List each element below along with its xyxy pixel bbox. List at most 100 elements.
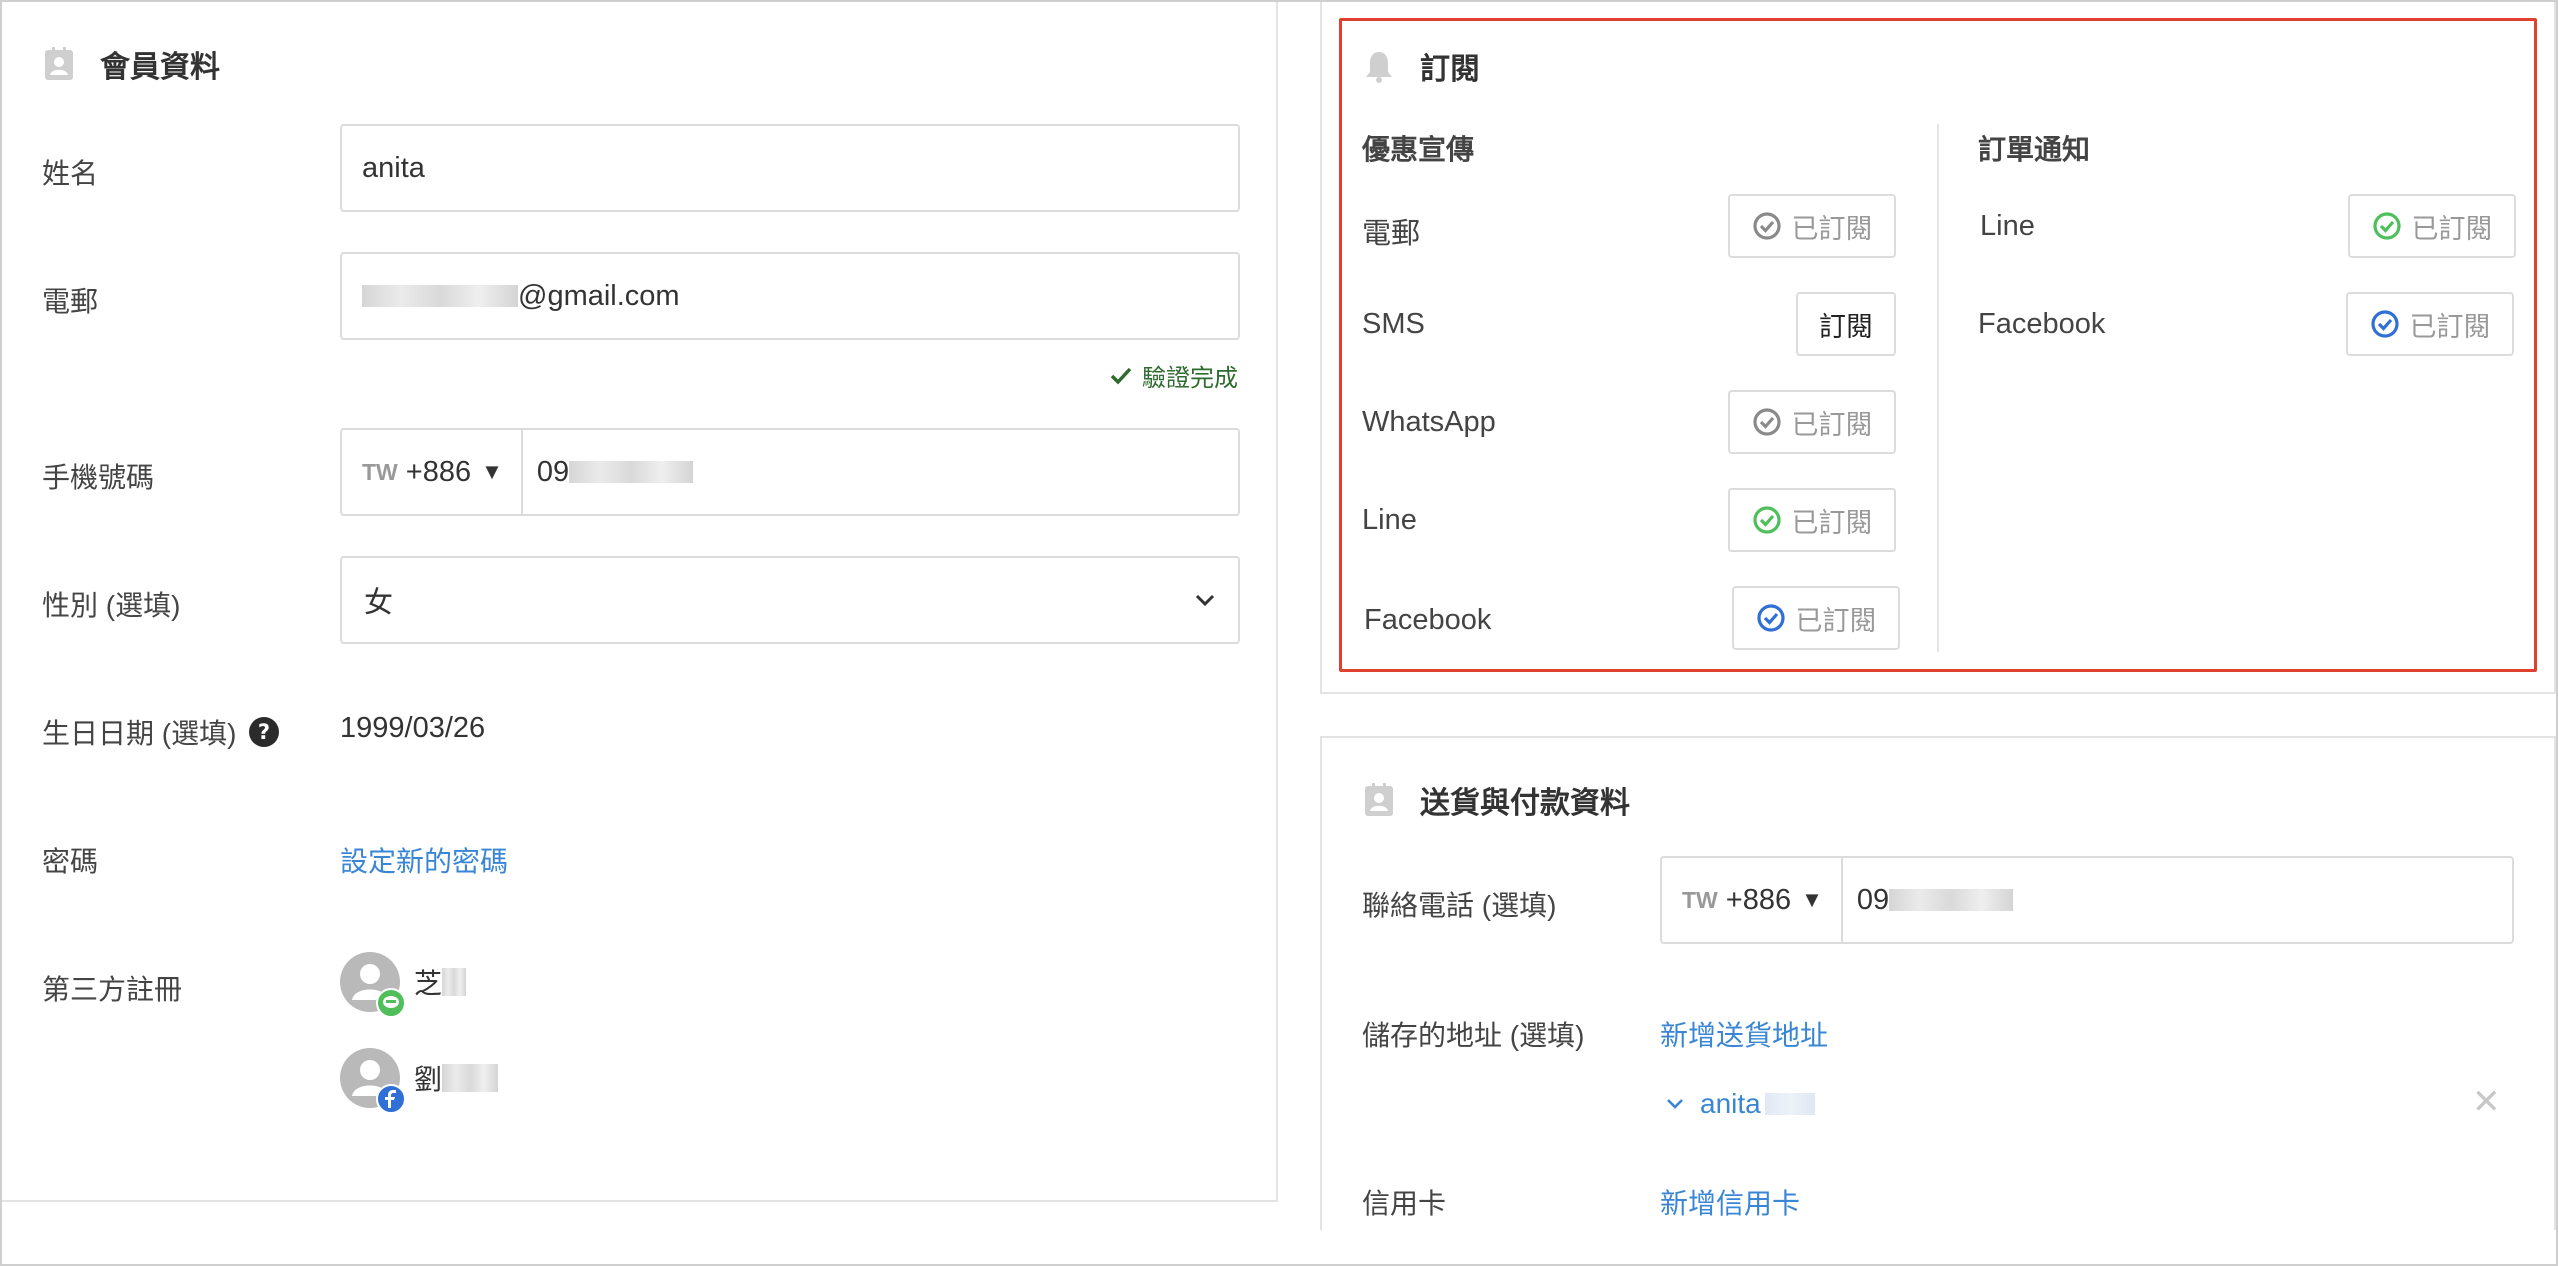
email-input[interactable]: @gmail.com	[340, 252, 1240, 340]
contact-phone-value: 09	[1856, 883, 1890, 916]
subscription-title-text: 訂閱	[1420, 53, 1480, 86]
avatar	[340, 952, 406, 1018]
mobile-number-input[interactable]: 09	[523, 430, 694, 514]
check-circle-icon	[1752, 212, 1781, 240]
dial-code: +886	[1725, 883, 1792, 916]
contact-phone-input[interactable]: 09	[1843, 858, 2014, 942]
check-circle-icon	[2370, 310, 2399, 338]
country-code-select[interactable]: TW +886 ▼	[342, 430, 523, 514]
order-facebook-subscribe-button[interactable]: 已訂閱	[2346, 292, 2514, 356]
verified-text: 驗證完成	[1142, 365, 1238, 392]
social-login-label: 第三方註冊	[42, 974, 183, 1005]
contact-phone-label: 聯絡電話 (選填)	[1362, 890, 1557, 921]
gender-select[interactable]: 女	[340, 556, 1240, 644]
order-line-subscribe-button[interactable]: 已訂閱	[2348, 194, 2516, 258]
add-credit-card-link[interactable]: 新增信用卡	[1660, 1182, 1800, 1222]
member-info-title-text: 會員資料	[100, 51, 220, 84]
promo-email-label: 電郵	[1362, 218, 1421, 250]
button-label: 已訂閱	[1795, 605, 1877, 636]
set-new-password-link[interactable]: 設定新的密碼	[340, 840, 508, 880]
redacted-text	[362, 285, 518, 307]
button-label: 已訂閱	[1791, 507, 1873, 538]
subscription-title: 訂閱	[1364, 44, 1480, 88]
mobile-label: 手機號碼	[42, 462, 155, 493]
social-account-line: 芝	[340, 952, 467, 1018]
check-circle-icon	[1756, 604, 1785, 632]
bell-icon	[1366, 52, 1392, 83]
shipping-title: 送貨與付款資料	[1364, 778, 1630, 822]
redacted-text	[442, 1064, 499, 1092]
promo-line-subscribe-button[interactable]: 已訂閱	[1728, 488, 1896, 552]
gender-value: 女	[364, 587, 394, 619]
gender-label: 性別 (選填)	[42, 590, 181, 621]
checkmark-icon	[1110, 367, 1132, 385]
chevron-down-icon	[1667, 1099, 1683, 1109]
promo-whatsapp-subscribe-button[interactable]: 已訂閱	[1728, 390, 1896, 454]
promo-heading: 優惠宣傳	[1362, 134, 1475, 165]
country-code: TW	[362, 458, 398, 485]
order-line-label: Line	[1980, 210, 2035, 242]
chevron-down-icon	[1195, 594, 1215, 607]
order-notify-heading: 訂單通知	[1978, 134, 2091, 165]
credit-card-label: 信用卡	[1362, 1188, 1447, 1219]
check-circle-icon	[2372, 212, 2401, 240]
member-info-card: 會員資料 姓名 anita 電郵 @gmail.com 驗證完成 手機號碼 TW…	[2, 2, 1278, 1202]
redacted-text	[569, 461, 694, 483]
mobile-input-group: TW +886 ▼ 09	[340, 428, 1240, 516]
button-label: 已訂閱	[2411, 213, 2493, 244]
caret-down-icon: ▼	[481, 459, 503, 484]
saved-address-label: 儲存的地址 (選填)	[1362, 1020, 1585, 1051]
social-account-facebook: 劉	[340, 1048, 499, 1114]
social-account-name: 芝	[414, 962, 467, 1002]
caret-down-icon: ▼	[1801, 887, 1823, 912]
promo-whatsapp-label: WhatsApp	[1362, 406, 1496, 438]
svg-text:?: ?	[258, 720, 270, 744]
order-facebook-label: Facebook	[1978, 308, 2106, 340]
birthday-value: 1999/03/26	[340, 712, 486, 744]
contact-phone-input-group: TW +886 ▼ 09	[1660, 856, 2514, 944]
promo-sms-label: SMS	[1362, 308, 1425, 340]
button-label: 已訂閱	[1791, 213, 1873, 244]
facebook-icon	[376, 1084, 406, 1114]
social-account-name: 劉	[414, 1058, 499, 1098]
name-value: anita	[362, 151, 425, 184]
email-verified-status: 驗證完成	[1110, 358, 1238, 393]
name-label: 姓名	[42, 158, 99, 189]
email-label: 電郵	[42, 286, 99, 317]
avatar	[340, 1048, 406, 1114]
saved-address-item[interactable]: anita	[1666, 1088, 1815, 1120]
dial-code: +886	[405, 455, 472, 488]
redacted-text	[1764, 1093, 1815, 1115]
button-label: 已訂閱	[1791, 409, 1873, 440]
check-circle-icon	[1752, 408, 1781, 436]
redacted-text	[1889, 889, 2014, 911]
promo-facebook-subscribe-button[interactable]: 已訂閱	[1732, 586, 1900, 650]
promo-facebook-label: Facebook	[1364, 604, 1492, 636]
social-name-text: 劉	[414, 1064, 443, 1095]
add-address-link[interactable]: 新增送貨地址	[1660, 1014, 1828, 1054]
social-name-text: 芝	[414, 968, 443, 999]
mobile-value: 09	[536, 455, 570, 488]
password-label: 密碼	[42, 846, 99, 877]
name-input[interactable]: anita	[340, 124, 1240, 212]
contact-card-icon	[45, 47, 73, 80]
promo-line-label: Line	[1362, 504, 1417, 536]
country-code: TW	[1682, 886, 1718, 913]
shipping-title-text: 送貨與付款資料	[1420, 787, 1630, 820]
country-code-select[interactable]: TW +886 ▼	[1662, 858, 1843, 942]
check-circle-icon	[1752, 506, 1781, 534]
button-label: 已訂閱	[2409, 311, 2491, 342]
contact-card-icon	[1365, 783, 1393, 816]
column-divider	[1937, 124, 1939, 652]
birthday-label: 生日日期 (選填)	[42, 718, 237, 749]
promo-email-subscribe-button[interactable]: 已訂閱	[1728, 194, 1896, 258]
email-value: @gmail.com	[518, 279, 680, 312]
close-icon[interactable]: ✕	[2472, 1082, 2501, 1122]
line-icon	[376, 988, 406, 1018]
saved-address-name: anita	[1700, 1088, 1761, 1119]
help-icon[interactable]: ?	[248, 716, 280, 748]
member-info-title: 會員資料	[44, 42, 220, 86]
promo-sms-subscribe-button[interactable]: 訂閱	[1796, 292, 1896, 356]
redacted-text	[442, 968, 467, 996]
birthday-label-row: 生日日期 (選填) ?	[42, 712, 280, 752]
